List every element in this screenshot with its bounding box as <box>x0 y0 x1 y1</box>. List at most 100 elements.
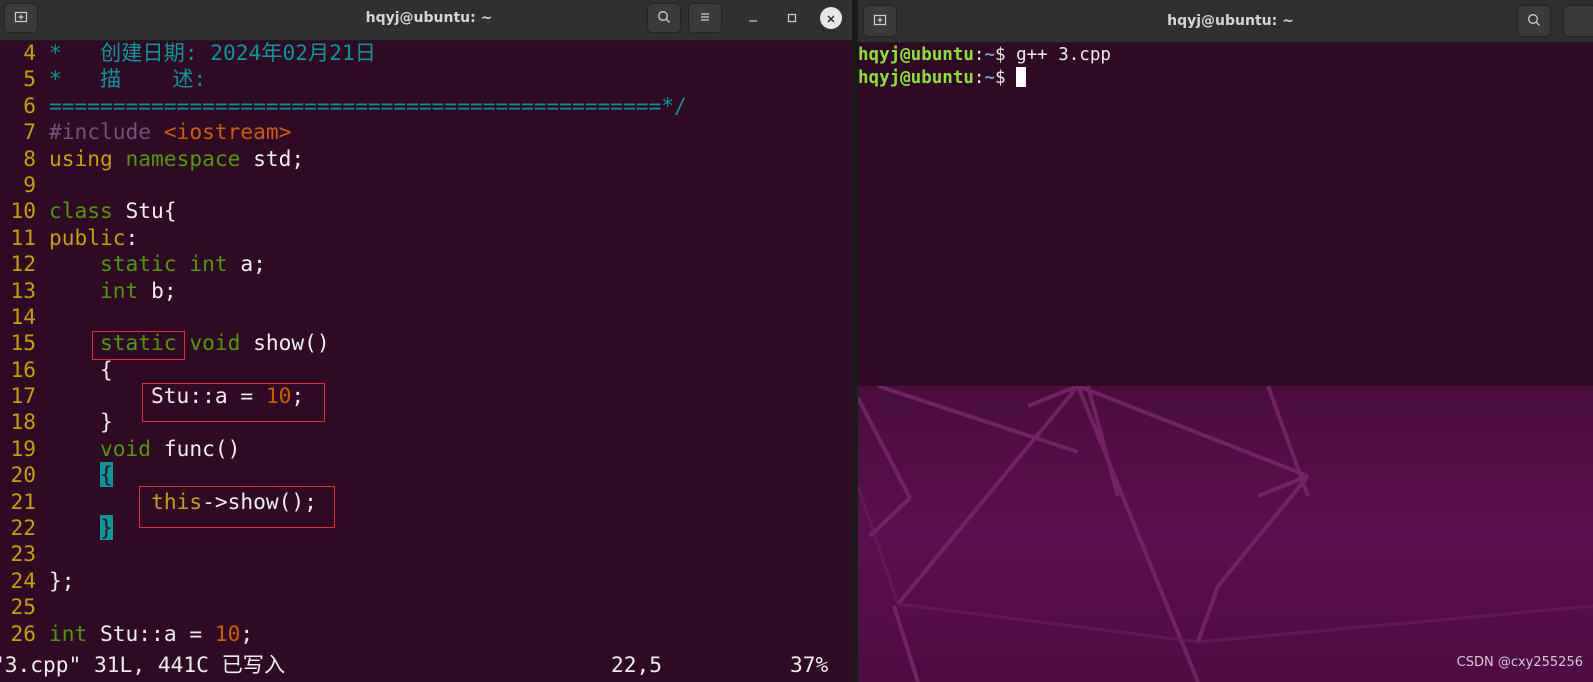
code-text: * 描 述: <box>49 66 206 92</box>
annotation-box-static <box>92 331 185 360</box>
code-text: public: <box>49 225 138 251</box>
code-token: b; <box>138 277 177 303</box>
shell-output[interactable]: hqyj@ubuntu:~$ g++ 3.cpp hqyj@ubuntu:~$ <box>858 44 1593 90</box>
line-number: 18 <box>10 409 36 435</box>
code-text: ========================================… <box>49 93 687 119</box>
code-line: 7 #include <iostream> <box>0 119 858 145</box>
code-line: 16 { <box>0 357 858 383</box>
search-button-right[interactable] <box>1517 5 1551 37</box>
line-number: 12 <box>10 251 36 277</box>
annotation-box-this-call <box>139 486 335 528</box>
close-icon <box>826 9 836 28</box>
line-number: 8 <box>23 145 36 171</box>
code-line: 4 * 创建日期: 2024年02月21日 <box>0 40 858 66</box>
code-text: * 创建日期: 2024年02月21日 <box>49 40 376 66</box>
close-button[interactable] <box>820 7 842 29</box>
code-token: a; <box>227 251 266 277</box>
line-number: 6 <box>23 92 36 118</box>
titlebar-left: hqyj@ubuntu: ~ <box>0 0 858 41</box>
code-text: static int a; <box>49 251 266 277</box>
shell-command: g++ 3.cpp <box>1016 45 1111 65</box>
line-number: 20 <box>10 462 36 488</box>
code-line: 17 Stu::a = 10; <box>0 383 858 409</box>
code-text: class Stu{ <box>49 198 177 224</box>
line-number: 25 <box>10 594 36 620</box>
code-token: using <box>49 145 126 171</box>
wallpaper-lines <box>858 386 1593 682</box>
code-line: 18 } <box>0 409 858 435</box>
code-token: void <box>100 435 152 461</box>
code-text: void func() <box>49 436 240 462</box>
prompt-sep: : <box>973 45 985 65</box>
shell-terminal-window: hqyj@ubuntu: ~ hqyj@ubuntu:~$ g++ 3.cpp … <box>858 0 1593 386</box>
menu-button-right[interactable] <box>1563 5 1593 37</box>
code-token: { <box>49 356 113 382</box>
text-cursor <box>1016 67 1027 87</box>
code-text: } <box>49 409 113 435</box>
maximize-button[interactable] <box>781 7 803 29</box>
code-token: * 描 述: <box>49 66 207 92</box>
desktop-wallpaper: CSDN @cxy255256 <box>858 386 1593 682</box>
code-token: public <box>49 224 126 250</box>
line-number: 14 <box>10 303 36 329</box>
code-text: int b; <box>49 278 177 304</box>
line-number: 19 <box>10 435 36 461</box>
prompt-user: hqyj@ubuntu <box>858 45 974 65</box>
code-line: 21 this->show(); <box>0 489 858 515</box>
code-line: 13 int b; <box>0 278 858 304</box>
maximize-icon <box>786 9 798 28</box>
code-token: ; <box>240 620 254 646</box>
prompt-symbol: $ <box>995 68 1017 88</box>
code-token: int <box>49 620 88 646</box>
code-token: int <box>100 277 139 303</box>
code-token: * 创建日期: 2024年02月21日 <box>49 40 376 65</box>
line-number: 24 <box>10 567 36 593</box>
line-number: 16 <box>10 356 36 382</box>
prompt-path: ~ <box>984 68 995 88</box>
line-number: 7 <box>23 119 36 145</box>
code-token: } <box>49 409 113 435</box>
code-line: 25 <box>0 594 858 620</box>
code-token: std; <box>240 145 305 171</box>
code-line: 11 public: <box>0 225 858 251</box>
code-line: 22 } <box>0 515 858 541</box>
code-line: 6 =======================================… <box>0 93 858 119</box>
search-icon <box>1527 12 1541 31</box>
code-line: 14 <box>0 304 858 330</box>
code-line: 24}; <box>0 568 858 594</box>
prompt-sep: : <box>973 68 985 88</box>
search-button[interactable] <box>647 3 681 33</box>
code-token: Stu{ <box>112 198 177 224</box>
code-line: 12 static int a; <box>0 251 858 277</box>
line-number: 15 <box>10 330 36 356</box>
code-text: } <box>49 515 113 541</box>
code-token: Stu::a = <box>87 620 215 646</box>
line-number: 10 <box>10 198 36 224</box>
vim-status-line: "3.cpp" 31L, 441C 已写入 22,5 37% <box>0 652 858 682</box>
code-token: 10 <box>214 620 241 646</box>
menu-button[interactable] <box>688 3 722 33</box>
shell-line: hqyj@ubuntu:~$ g++ 3.cpp <box>858 44 1593 67</box>
line-number: 23 <box>10 541 36 567</box>
status-percent: 37% <box>790 652 829 677</box>
code-text: using namespace std; <box>49 146 304 172</box>
shell-line: hqyj@ubuntu:~$ <box>858 67 1593 90</box>
code-token: void <box>189 330 241 356</box>
prompt-path: ~ <box>984 45 995 65</box>
line-number: 5 <box>23 66 36 92</box>
line-number: 22 <box>10 515 36 541</box>
code-token: : <box>125 224 139 250</box>
code-text: { <box>49 357 113 383</box>
code-text: #include <iostream> <box>49 119 291 145</box>
code-token: } <box>100 515 113 541</box>
code-line: 23 <box>0 541 858 567</box>
minimize-icon <box>747 9 759 28</box>
line-number: 9 <box>23 171 36 197</box>
line-number: 13 <box>10 277 36 303</box>
minimize-button[interactable] <box>742 7 764 29</box>
line-number: 4 <box>23 40 36 65</box>
line-number: 17 <box>10 383 36 409</box>
